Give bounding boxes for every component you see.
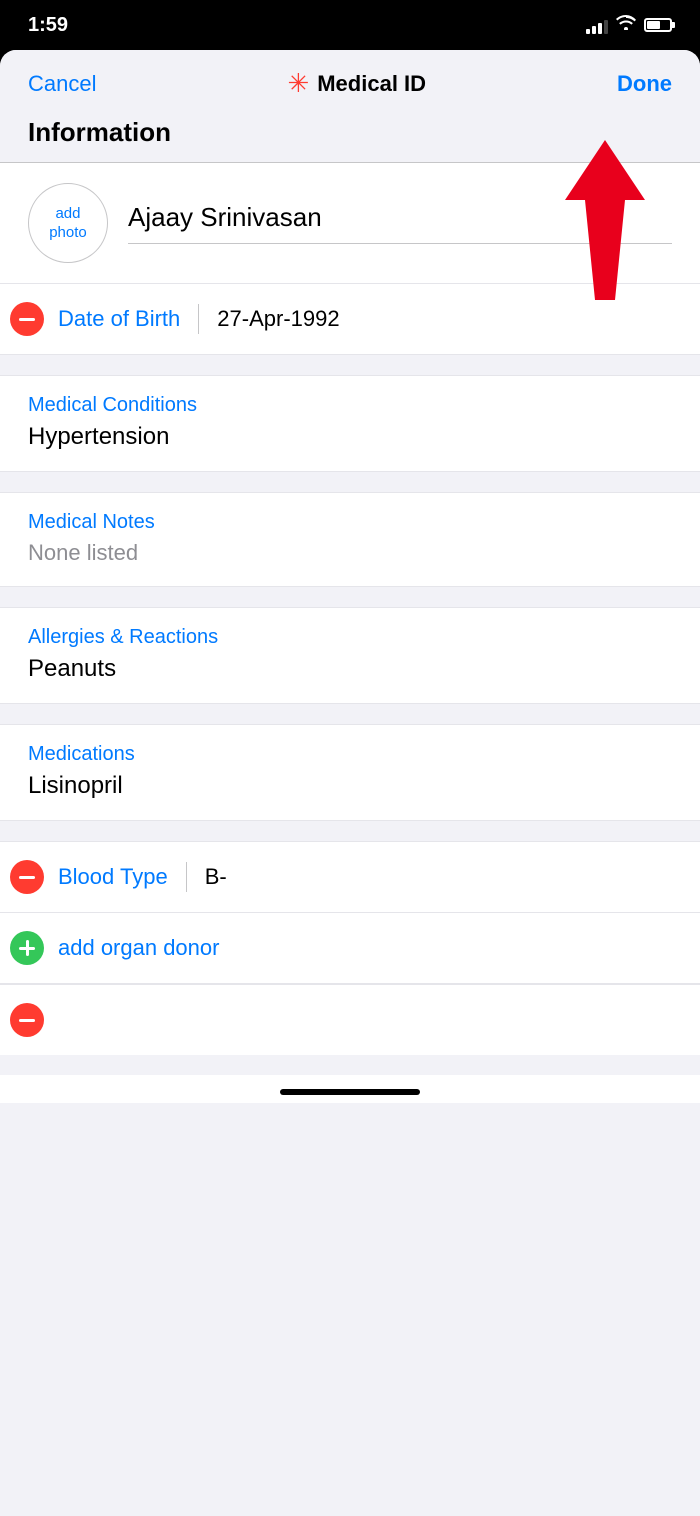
done-button[interactable]: Done xyxy=(617,71,672,97)
status-bar: 1:59 xyxy=(0,0,700,50)
medical-notes-label: Medical Notes xyxy=(28,511,672,534)
dob-divider xyxy=(198,304,199,334)
cancel-button[interactable]: Cancel xyxy=(28,71,96,97)
status-icons xyxy=(586,15,672,35)
allergies-value[interactable]: Peanuts xyxy=(28,655,672,683)
dob-label: Date of Birth xyxy=(58,306,180,332)
nav-title: ✳ Medical ID xyxy=(287,68,426,99)
bottom-indicator xyxy=(0,1075,700,1103)
organ-donor-row: add organ donor xyxy=(0,913,700,984)
blood-type-remove-button[interactable] xyxy=(10,860,44,894)
blood-type-divider xyxy=(186,862,187,892)
nav-bar: Cancel ✳ Medical ID Done xyxy=(0,50,700,109)
dob-row: Date of Birth 27-Apr-1992 xyxy=(0,284,700,355)
medical-conditions-value[interactable]: Hypertension xyxy=(28,423,672,451)
page-wrapper: 1:59 Cancel ✳ Medical ID xyxy=(0,0,700,1516)
blood-type-label: Blood Type xyxy=(58,864,168,890)
medical-conditions-section: Medical Conditions Hypertension xyxy=(0,375,700,472)
nav-title-label: Medical ID xyxy=(317,71,426,97)
dob-value[interactable]: 27-Apr-1992 xyxy=(217,306,339,332)
add-organ-donor-button[interactable] xyxy=(10,931,44,965)
medical-notes-value[interactable]: None listed xyxy=(28,540,672,566)
time: 1:59 xyxy=(28,14,68,37)
medications-section: Medications Lisinopril xyxy=(0,724,700,821)
allergies-section: Allergies & Reactions Peanuts xyxy=(0,607,700,704)
add-photo-button[interactable]: addphoto xyxy=(28,183,108,263)
medications-label: Medications xyxy=(28,743,672,766)
allergies-label: Allergies & Reactions xyxy=(28,626,672,649)
medical-conditions-label: Medical Conditions xyxy=(28,394,672,417)
main-container: Cancel ✳ Medical ID Done Information add… xyxy=(0,50,700,1516)
battery-icon xyxy=(644,18,672,32)
home-indicator xyxy=(280,1089,420,1095)
wifi-icon xyxy=(616,15,636,35)
blood-type-row: Blood Type B- xyxy=(0,841,700,913)
information-label: Information xyxy=(28,117,171,147)
medical-notes-section: Medical Notes None listed xyxy=(0,492,700,587)
organ-donor-label[interactable]: add organ donor xyxy=(58,935,219,961)
last-remove-button[interactable] xyxy=(10,1003,44,1037)
add-photo-label: addphoto xyxy=(49,204,87,243)
medical-asterisk-icon: ✳ xyxy=(287,68,309,99)
blood-type-value[interactable]: B- xyxy=(205,864,227,890)
signal-icon xyxy=(586,16,608,34)
medications-value[interactable]: Lisinopril xyxy=(28,772,672,800)
information-header: Information xyxy=(0,109,700,162)
dob-remove-button[interactable] xyxy=(10,302,44,336)
profile-name[interactable]: Ajaay Srinivasan xyxy=(128,202,672,244)
profile-row: addphoto Ajaay Srinivasan xyxy=(0,163,700,284)
last-row xyxy=(0,984,700,1055)
